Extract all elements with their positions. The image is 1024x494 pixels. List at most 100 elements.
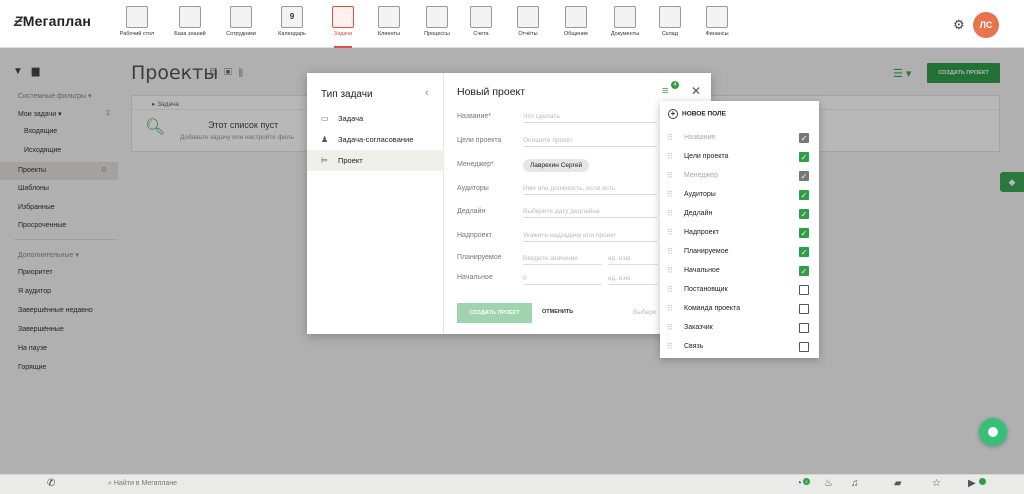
field-option-checkbox[interactable] (799, 323, 809, 333)
field-option[interactable]: ⠿ Аудиторы ✓ (660, 186, 819, 205)
drag-handle-icon[interactable]: ⠿ (667, 133, 673, 142)
field-option-checkbox[interactable]: ✓ (799, 247, 809, 257)
parent-label: Надпроект (457, 232, 492, 239)
tasks-icon (332, 6, 354, 28)
new-field-button[interactable]: + НОВОЕ ПОЛЕ (668, 109, 726, 119)
field-option[interactable]: ⠿ Название ✓ (660, 129, 819, 148)
modal-title: Новый проект (457, 86, 526, 98)
video-icon[interactable]: ▶ (968, 478, 976, 489)
name-label: Название* (457, 113, 492, 120)
task-type-task[interactable]: ▭ Задача (307, 108, 444, 129)
avatar[interactable]: ЛС (973, 12, 999, 38)
nav-label: Финансы (705, 31, 729, 37)
field-option-checkbox[interactable]: ✓ (799, 266, 809, 276)
field-option-label: Связь (684, 343, 704, 350)
field-option-checkbox[interactable]: ✓ (799, 228, 809, 238)
nav-calendar[interactable]: 9 Календарь (269, 4, 315, 44)
drag-handle-icon[interactable]: ⠿ (667, 190, 673, 199)
processes-icon (426, 6, 448, 28)
nav-invoices[interactable]: Счета (458, 4, 504, 44)
field-settings-icon[interactable]: ≡ (662, 85, 668, 97)
deadline-field[interactable] (523, 206, 657, 218)
field-option-checkbox[interactable] (799, 304, 809, 314)
nav-desktop[interactable]: Рабочий стол (114, 4, 160, 44)
field-option[interactable]: ⠿ Начальное ✓ (660, 262, 819, 281)
field-option[interactable]: ⠿ Надпроект ✓ (660, 224, 819, 243)
reports-icon (517, 6, 539, 28)
chat-bubble-icon[interactable] (979, 418, 1007, 446)
nav-tasks[interactable]: Задачи (320, 4, 366, 48)
bell-icon[interactable]: ♫ (851, 478, 859, 489)
name-field[interactable] (523, 111, 657, 123)
cancel-button[interactable]: ОТМЕНИТЬ (542, 309, 573, 315)
drag-handle-icon[interactable]: ⠿ (667, 304, 673, 313)
drag-handle-icon[interactable]: ⠿ (667, 247, 673, 256)
field-option[interactable]: ⠿ Постановщик (660, 281, 819, 300)
field-option-checkbox[interactable] (799, 285, 809, 295)
nav-label: Общение (563, 31, 589, 37)
field-option-label: Название (684, 134, 716, 141)
calendar-icon: 9 (281, 6, 303, 28)
nav-employees[interactable]: Сотрудники (218, 4, 264, 44)
nav-processes[interactable]: Процессы (414, 4, 460, 44)
field-option[interactable]: ⠿ Менеджер ✓ (660, 167, 819, 186)
nav-warehouse[interactable]: Склад (647, 4, 693, 44)
field-option-label: Начальное (684, 267, 720, 274)
drag-handle-icon[interactable]: ⠿ (667, 152, 673, 161)
field-option-checkbox: ✓ (799, 171, 809, 181)
drag-handle-icon[interactable]: ⠿ (667, 266, 673, 275)
parent-field[interactable] (523, 230, 657, 242)
initial-unit-field[interactable] (608, 273, 658, 285)
task-type-label: Задача-согласование (338, 135, 414, 144)
star-icon[interactable]: ☆ (932, 478, 941, 489)
gear-icon[interactable]: ⚙ (953, 17, 965, 33)
fire-icon[interactable]: ♨ (824, 478, 833, 489)
select-placeholder[interactable]: Выбери (633, 309, 657, 316)
message-icon[interactable]: ▰ (894, 478, 902, 489)
nav-documents[interactable]: Документы (602, 4, 648, 44)
field-option-checkbox[interactable] (799, 342, 809, 352)
manager-chip[interactable]: Лаврехин Сергей (523, 159, 590, 172)
field-option[interactable]: ⠿ Цели проекта ✓ (660, 148, 819, 167)
field-option-checkbox[interactable]: ✓ (799, 190, 809, 200)
chevron-left-icon[interactable]: ‹ (425, 87, 429, 99)
global-search-input[interactable]: ⌕ Найти в Мегаплане (108, 480, 177, 488)
drag-handle-icon[interactable]: ⠿ (667, 285, 673, 294)
nav-clients[interactable]: Клиенты (366, 4, 412, 44)
task-type-label: Задача (338, 114, 364, 123)
create-project-submit-button[interactable]: СОЗДАТЬ ПРОЕКТ (457, 303, 532, 323)
field-option[interactable]: ⠿ Планируемое ✓ (660, 243, 819, 262)
close-icon[interactable]: ✕ (691, 84, 701, 98)
desktop-icon (126, 6, 148, 28)
nav-reports[interactable]: Отчёты (505, 4, 551, 44)
notifications-icon[interactable]: ◔ (796, 478, 802, 489)
field-option-label: Дедлайн (684, 210, 713, 217)
megaplan-logo[interactable]: ƵМегаплан (14, 13, 91, 29)
field-option-checkbox[interactable]: ✓ (799, 209, 809, 219)
drag-handle-icon[interactable]: ⠿ (667, 209, 673, 218)
drag-handle-icon[interactable]: ⠿ (667, 228, 673, 237)
nav-chat[interactable]: Общение (553, 4, 599, 44)
field-option-checkbox[interactable]: ✓ (799, 152, 809, 162)
planned-unit-field[interactable] (608, 253, 658, 265)
planned-field[interactable] (523, 253, 602, 265)
nav-finance[interactable]: Финансы (694, 4, 740, 44)
task-type-approval[interactable]: ♟ Задача-согласование (307, 129, 444, 150)
field-option[interactable]: ⠿ Заказчик (660, 319, 819, 338)
drag-handle-icon[interactable]: ⠿ (667, 323, 673, 332)
field-option[interactable]: ⠿ Дедлайн ✓ (660, 205, 819, 224)
task-icon: ▭ (321, 114, 329, 123)
field-option-label: Цели проекта (684, 153, 729, 160)
drag-handle-icon[interactable]: ⠿ (667, 171, 673, 180)
goals-field[interactable] (523, 135, 657, 147)
task-type-project[interactable]: ⊨ Проект (307, 150, 444, 171)
phone-icon[interactable]: ✆ (47, 478, 55, 489)
field-settings-badge: 4 (671, 81, 679, 89)
drag-handle-icon[interactable]: ⠿ (667, 342, 673, 351)
field-option[interactable]: ⠿ Связь (660, 338, 819, 357)
finance-icon (706, 6, 728, 28)
nav-knowledge-base[interactable]: База знаний (167, 4, 213, 44)
auditors-field[interactable] (523, 183, 657, 195)
initial-field[interactable] (523, 273, 602, 285)
field-option[interactable]: ⠿ Команда проекта (660, 300, 819, 319)
